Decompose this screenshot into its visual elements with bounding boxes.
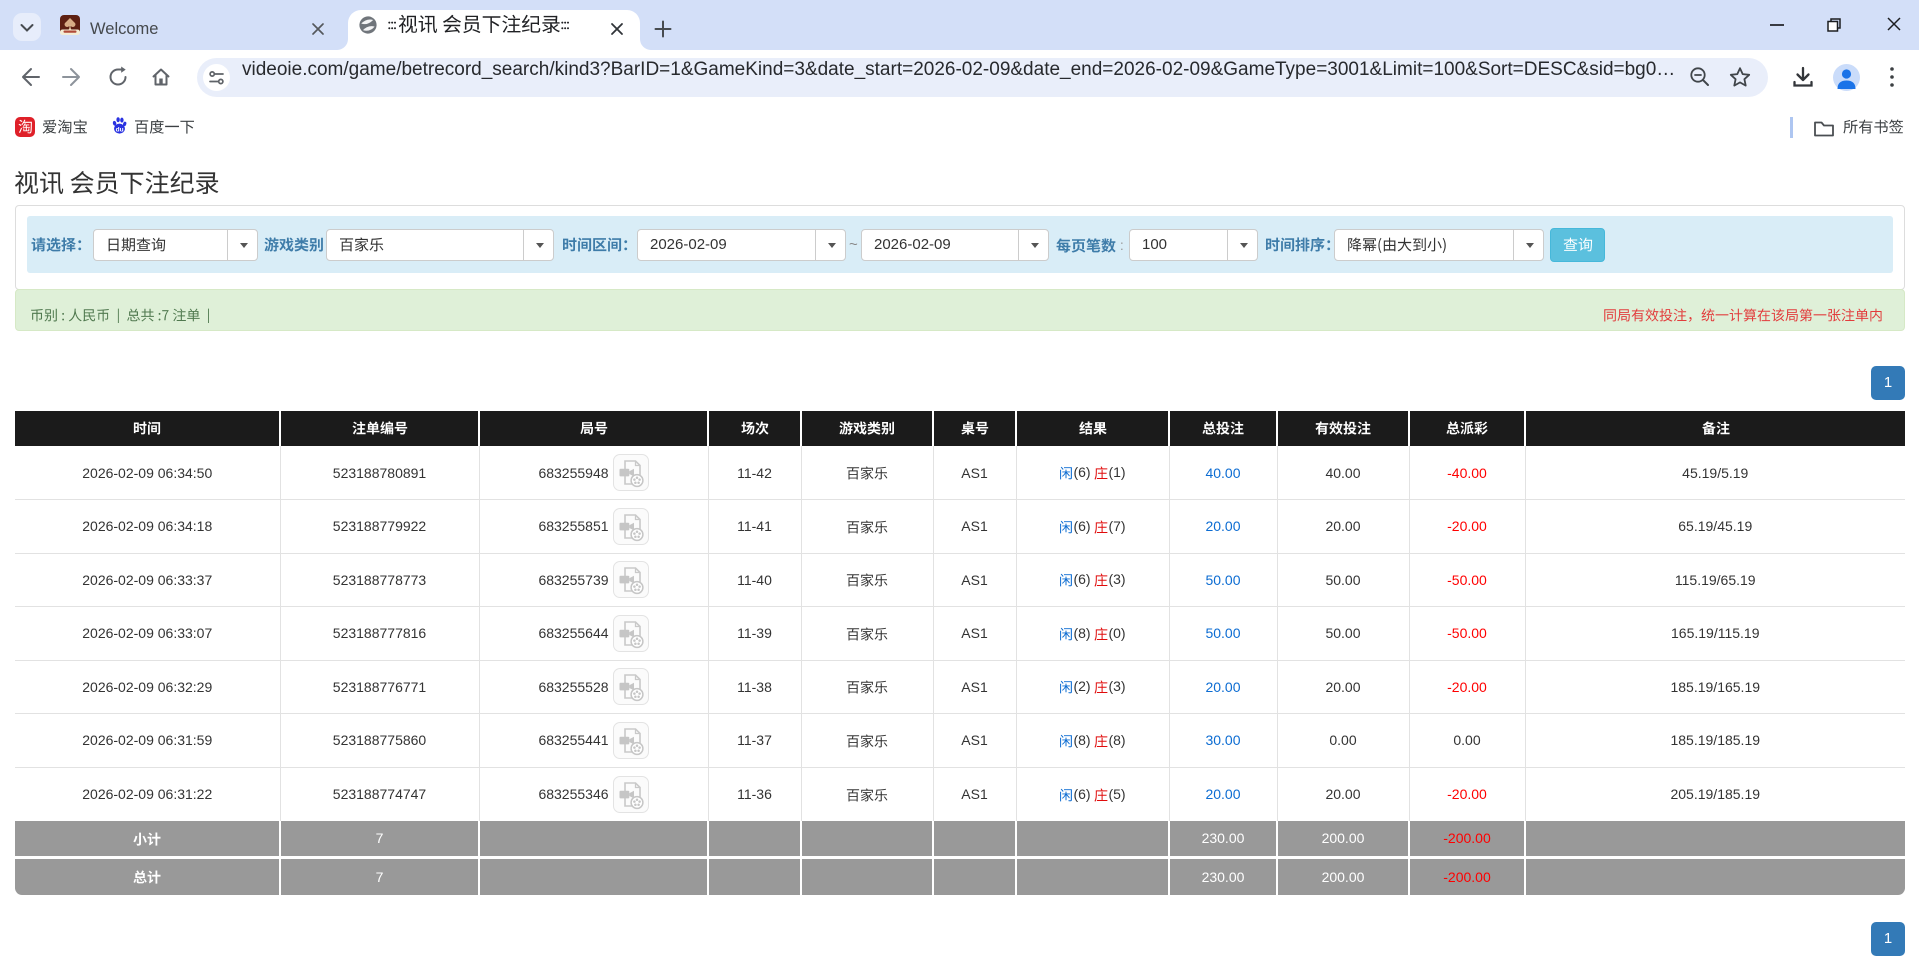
svg-text:du: du bbox=[116, 126, 124, 133]
